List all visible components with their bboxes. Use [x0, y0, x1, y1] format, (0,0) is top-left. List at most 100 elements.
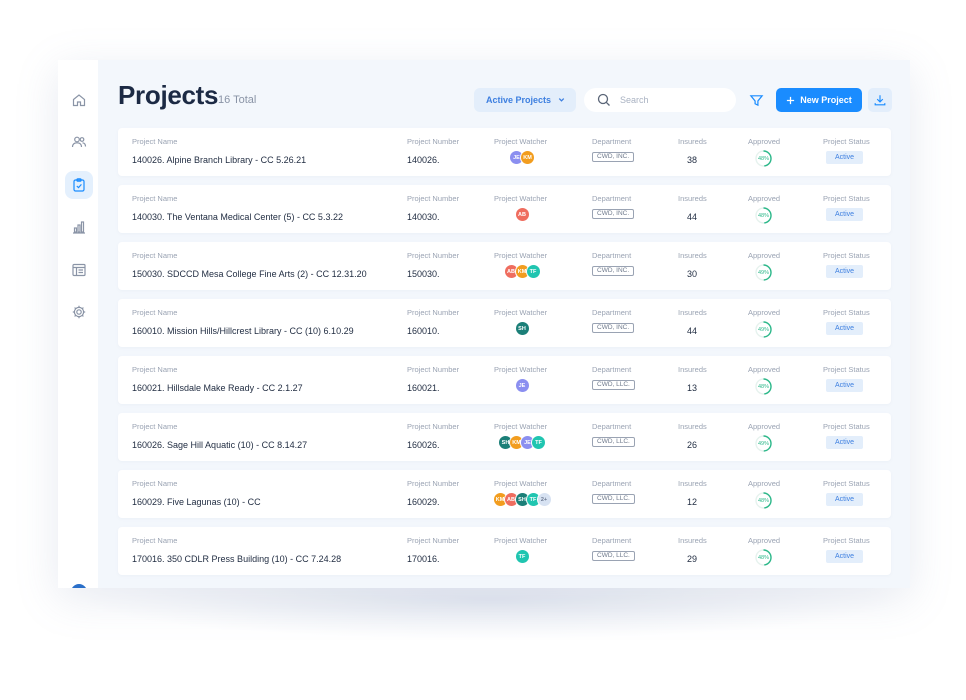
column-label-number: Project Number: [407, 479, 460, 488]
watcher-avatar[interactable]: SH: [514, 321, 530, 336]
insureds-count: 44: [687, 212, 698, 222]
column-label-department: Department: [592, 479, 632, 488]
project-number: 160026.: [407, 440, 440, 450]
watcher-avatar[interactable]: TF: [525, 264, 541, 279]
watcher-avatar[interactable]: JE: [514, 378, 530, 393]
app-window: Projects 16 Total Active Projects New Pr…: [58, 60, 910, 588]
project-number: 140030.: [407, 212, 440, 222]
column-label-status: Project Status: [823, 137, 870, 146]
new-project-label: New Project: [800, 95, 852, 105]
status-badge: Active: [826, 436, 864, 449]
search-box: [584, 88, 736, 112]
home-icon[interactable]: [65, 86, 93, 114]
avatar[interactable]: [71, 584, 87, 588]
active-projects-dropdown[interactable]: Active Projects: [474, 88, 576, 112]
department-badge: CWD, INC.: [592, 323, 635, 333]
status-badge: Active: [826, 550, 864, 563]
department-badge: CWD, LLC.: [592, 551, 635, 561]
table-row[interactable]: Project Name 170016. 350 CDLR Press Build…: [118, 527, 891, 575]
sidebar: [58, 60, 98, 588]
search-input[interactable]: [620, 92, 730, 108]
watcher-avatar[interactable]: TF: [514, 549, 530, 564]
users-icon[interactable]: [65, 128, 93, 156]
watcher-avatar[interactable]: KM: [520, 150, 535, 165]
insureds-count: 29: [687, 554, 698, 564]
column-label-watcher: Project Watcher: [494, 365, 548, 374]
column-label-status: Project Status: [823, 308, 870, 317]
column-label-number: Project Number: [407, 251, 460, 260]
column-label-watcher: Project Watcher: [494, 137, 548, 146]
column-label-department: Department: [592, 137, 632, 146]
column-label-name: Project Name: [132, 251, 178, 260]
filter-button[interactable]: [744, 88, 768, 112]
column-label-name: Project Name: [132, 479, 178, 488]
table-row[interactable]: Project Name 160026. Sage Hill Aquatic (1…: [118, 413, 891, 461]
column-label-watcher: Project Watcher: [494, 194, 548, 203]
column-label-watcher: Project Watcher: [494, 308, 548, 317]
project-watchers: JE: [514, 378, 530, 394]
project-name[interactable]: 160021. Hillsdale Make Ready - CC 2.1.27: [132, 383, 303, 393]
table-row[interactable]: Project Name 140030. The Ventana Medical …: [118, 185, 891, 233]
list-icon[interactable]: [65, 256, 93, 284]
column-label-watcher: Project Watcher: [494, 422, 548, 431]
new-project-button[interactable]: New Project: [776, 88, 862, 112]
column-label-name: Project Name: [132, 194, 178, 203]
department-badge: CWD, LLC.: [592, 494, 635, 504]
filter-icon: [749, 94, 763, 106]
table-row[interactable]: Project Name 160029. Five Lagunas (10) - …: [118, 470, 891, 518]
column-label-watcher: Project Watcher: [494, 536, 548, 545]
project-name[interactable]: 140026. Alpine Branch Library - CC 5.26.…: [132, 155, 306, 165]
project-number: 150030.: [407, 269, 440, 279]
column-label-department: Department: [592, 365, 632, 374]
column-label-insureds: Insureds: [678, 365, 707, 374]
project-name[interactable]: 160010. Mission Hills/Hillcrest Library …: [132, 326, 354, 336]
insureds-count: 30: [687, 269, 698, 279]
column-label-approved: Approved: [748, 365, 781, 374]
watcher-avatar[interactable]: AB: [514, 207, 530, 222]
column-label-department: Department: [592, 536, 632, 545]
project-name[interactable]: 160029. Five Lagunas (10) - CC: [132, 497, 261, 507]
dropdown-label: Active Projects: [486, 95, 552, 105]
column-label-number: Project Number: [407, 194, 460, 203]
column-label-insureds: Insureds: [678, 536, 707, 545]
column-label-department: Department: [592, 422, 632, 431]
project-name[interactable]: 170016. 350 CDLR Press Building (10) - C…: [132, 554, 341, 564]
column-label-name: Project Name: [132, 137, 178, 146]
column-label-watcher: Project Watcher: [494, 479, 548, 488]
watcher-avatar[interactable]: TF: [531, 435, 546, 450]
column-label-number: Project Number: [407, 536, 460, 545]
column-label-status: Project Status: [823, 479, 870, 488]
insureds-count: 13: [687, 383, 698, 393]
download-icon: [874, 95, 886, 106]
watcher-avatar[interactable]: 2+: [536, 492, 552, 507]
approved-percent: 49%: [757, 270, 769, 276]
table-row[interactable]: Project Name 150030. SDCCD Mesa College F…: [118, 242, 891, 290]
column-label-approved: Approved: [748, 536, 781, 545]
project-name[interactable]: 150030. SDCCD Mesa College Fine Arts (2)…: [132, 269, 367, 279]
plus-icon: [787, 96, 795, 104]
column-label-approved: Approved: [748, 422, 781, 431]
project-name[interactable]: 160026. Sage Hill Aquatic (10) - CC 8.14…: [132, 440, 307, 450]
project-name[interactable]: 140030. The Ventana Medical Center (5) -…: [132, 212, 343, 222]
download-button[interactable]: [868, 88, 892, 112]
column-label-status: Project Status: [823, 536, 870, 545]
approved-percent: 48%: [757, 555, 769, 561]
project-watchers: TF: [514, 549, 530, 565]
project-number: 140026.: [407, 155, 440, 165]
table-row[interactable]: Project Name 160010. Mission Hills/Hillcr…: [118, 299, 891, 347]
column-label-status: Project Status: [823, 422, 870, 431]
gear-icon[interactable]: [65, 298, 93, 326]
table-row[interactable]: Project Name 140026. Alpine Branch Librar…: [118, 128, 891, 176]
column-label-insureds: Insureds: [678, 479, 707, 488]
project-number: 160010.: [407, 326, 440, 336]
project-watchers: SH: [514, 321, 530, 337]
column-label-approved: Approved: [748, 137, 781, 146]
bar-chart-icon[interactable]: [65, 213, 93, 241]
project-watchers: SH KM JE TF: [498, 435, 546, 451]
project-watchers: AB KM TF: [503, 264, 541, 280]
column-label-name: Project Name: [132, 422, 178, 431]
total-count: 16 Total: [218, 94, 257, 106]
table-row[interactable]: Project Name 160021. Hillsdale Make Ready…: [118, 356, 891, 404]
status-badge: Active: [826, 379, 864, 392]
clipboard-check-icon[interactable]: [65, 171, 93, 199]
